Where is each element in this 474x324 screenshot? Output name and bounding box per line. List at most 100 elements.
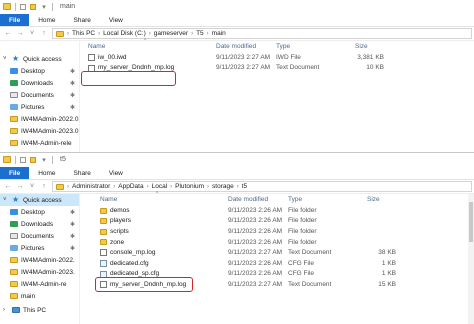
pin-icon: ✱	[70, 233, 76, 240]
file-row[interactable]: players 9/11/2023 2:26 AM File folder	[84, 216, 474, 227]
chevron-down-icon[interactable]: ˅	[3, 56, 9, 62]
forward-arrow-icon[interactable]: →	[16, 183, 24, 190]
file-type: File folder	[288, 238, 317, 246]
nav-label: Documents	[21, 91, 54, 99]
forward-arrow-icon[interactable]: →	[16, 30, 24, 37]
nav-folder-iw4madmin-2023[interactable]: IW4MAdmin-2023.	[0, 266, 79, 278]
pin-icon: ✱	[70, 80, 76, 87]
back-arrow-icon[interactable]: ←	[4, 183, 12, 190]
breadcrumb-separator: ›	[148, 30, 151, 37]
file-type: Text Document	[288, 280, 332, 288]
scrollbar-thumb[interactable]	[469, 202, 473, 242]
column-date-modified[interactable]: Date modified	[228, 196, 268, 203]
address-bar[interactable]: › Administrator › AppData › Local › Plut…	[52, 181, 472, 192]
nav-downloads[interactable]: Downloads ✱	[0, 77, 79, 89]
file-date: 9/11/2023 2:26 AM	[228, 227, 283, 235]
breadcrumb-gameserver[interactable]: gameserver	[154, 30, 188, 37]
file-row[interactable]: zone 9/11/2023 2:26 AM File folder	[84, 237, 474, 248]
column-type[interactable]: Type	[288, 196, 302, 203]
nav-label: Downloads	[21, 79, 54, 87]
chevron-down-icon[interactable]: ˅	[3, 197, 9, 203]
address-row: ← → ˅ ↑ › Administrator › AppData › Loca…	[0, 180, 474, 194]
column-date-modified[interactable]: Date modified	[216, 43, 256, 50]
folder-app-icon	[3, 3, 11, 10]
nav-folder-iw4m-admin-release[interactable]: IW4M-Admin-re	[0, 278, 79, 290]
nav-this-pc[interactable]: › This PC	[0, 304, 79, 316]
pin-icon: ✱	[70, 221, 76, 228]
nav-quick-access[interactable]: ˅ ★ Quick access	[0, 194, 79, 206]
column-size[interactable]: Size	[367, 196, 380, 203]
nav-label: This PC	[23, 306, 47, 314]
file-row[interactable]: scripts 9/11/2023 2:26 AM File folder	[84, 226, 474, 237]
desktop-icon	[10, 68, 18, 74]
nav-pictures[interactable]: Pictures ✱	[0, 242, 79, 254]
tab-home[interactable]: Home	[29, 167, 64, 179]
folder-icon	[56, 183, 64, 190]
column-name[interactable]: Name	[88, 43, 105, 50]
tab-view[interactable]: View	[100, 14, 132, 26]
breadcrumb-t5[interactable]: T5	[196, 30, 204, 37]
breadcrumb-local[interactable]: Local	[152, 183, 168, 190]
file-size: 3,381 KB	[357, 53, 384, 61]
nav-downloads[interactable]: Downloads ✱	[0, 218, 79, 230]
quick-access-new-folder-icon[interactable]	[30, 3, 36, 10]
nav-folder-iw4madmin-2022[interactable]: IW4MAdmin-2022.	[0, 254, 79, 266]
up-arrow-icon[interactable]: ↑	[40, 30, 48, 37]
breadcrumb-plutonium[interactable]: Plutonium	[175, 183, 204, 190]
breadcrumb-t5[interactable]: t5	[242, 183, 247, 190]
nav-quick-access[interactable]: ˅ ★ Quick access	[0, 53, 79, 65]
nav-folder-iw4madmin-2022[interactable]: IW4MAdmin-2022.0	[0, 113, 79, 125]
folder-icon	[10, 293, 18, 299]
file-name: console_mp.log	[110, 249, 156, 257]
nav-desktop[interactable]: Desktop ✱	[0, 65, 79, 77]
back-arrow-icon[interactable]: ←	[4, 30, 12, 37]
up-arrow-icon[interactable]: ↑	[40, 183, 48, 190]
nav-pictures[interactable]: Pictures ✱	[0, 101, 79, 113]
recent-chevron-icon[interactable]: ˅	[28, 183, 36, 190]
nav-label: main	[21, 292, 36, 300]
file-row[interactable]: console_mp.log 9/11/2023 2:27 AM Text Do…	[84, 247, 474, 258]
chevron-down-icon[interactable]: ▾	[40, 156, 48, 164]
nav-documents[interactable]: Documents ✱	[0, 230, 79, 242]
chevron-down-icon[interactable]: ▾	[40, 3, 48, 11]
breadcrumb-administrator[interactable]: Administrator	[72, 183, 110, 190]
file-date: 9/11/2023 2:26 AM	[228, 217, 283, 225]
nav-folder-iw4madmin-2023[interactable]: IW4MAdmin-2023.0	[0, 125, 79, 137]
address-bar[interactable]: › This PC › Local Disk (C:) › gameserver…	[52, 28, 472, 39]
column-size[interactable]: Size	[355, 43, 368, 50]
breadcrumb-appdata[interactable]: AppData	[118, 183, 143, 190]
breadcrumb-separator: ›	[206, 30, 209, 37]
nav-documents[interactable]: Documents ✱	[0, 89, 79, 101]
quick-access-properties-icon[interactable]	[20, 3, 26, 10]
quick-access-new-folder-icon[interactable]	[30, 156, 36, 163]
breadcrumb-this-pc[interactable]: This PC	[72, 30, 95, 37]
file-row[interactable]: dedicated.cfg 9/11/2023 2:26 AM CFG File…	[84, 258, 474, 269]
file-name: zone	[110, 238, 125, 246]
column-name[interactable]: Name	[100, 196, 117, 203]
nav-label: Desktop	[21, 208, 45, 216]
breadcrumb-main[interactable]: main	[212, 30, 226, 37]
file-row[interactable]: demos 9/11/2023 2:26 AM File folder	[84, 205, 474, 216]
nav-label: Documents	[21, 232, 54, 240]
window-title: t5	[60, 156, 66, 163]
tab-file[interactable]: File	[0, 167, 30, 179]
breadcrumb-storage[interactable]: storage	[212, 183, 234, 190]
nav-label: IW4MAdmin-2023.0	[21, 127, 79, 135]
tab-home[interactable]: Home	[29, 14, 64, 26]
recent-chevron-icon[interactable]: ˅	[28, 30, 36, 37]
nav-desktop[interactable]: Desktop ✱	[0, 206, 79, 218]
file-row[interactable]: iw_00.iwd 9/11/2023 2:27 AM IWD File 3,3…	[84, 52, 474, 63]
pictures-icon	[10, 104, 18, 110]
tab-share[interactable]: Share	[65, 14, 100, 26]
column-type[interactable]: Type	[276, 43, 290, 50]
breadcrumb-local-disk[interactable]: Local Disk (C:)	[103, 30, 146, 37]
chevron-right-icon[interactable]: ›	[3, 307, 9, 313]
tab-view[interactable]: View	[100, 167, 132, 179]
tab-file[interactable]: File	[0, 14, 30, 26]
file-type: Text Document	[288, 249, 332, 257]
nav-folder-main[interactable]: main	[0, 290, 79, 302]
tab-share[interactable]: Share	[65, 167, 100, 179]
file-list: Name ^ Date modified Type Size demos 9/1…	[84, 191, 474, 324]
nav-folder-iw4m-admin-release[interactable]: IW4M-Admin-rele	[0, 137, 79, 149]
quick-access-properties-icon[interactable]	[20, 156, 26, 163]
